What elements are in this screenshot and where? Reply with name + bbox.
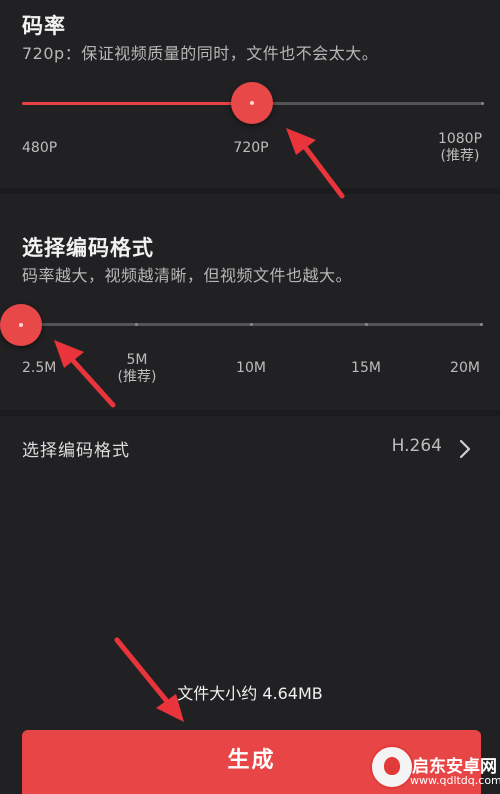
resolution-slider-handle[interactable] (231, 82, 273, 124)
bitrate-label-20m: 20M (450, 360, 480, 376)
bitrate-tick-10m[interactable] (250, 323, 253, 326)
bitrate-label-2-5m: 2.5M (22, 360, 57, 376)
codec-label: 选择编码格式 (22, 441, 130, 461)
resolution-slider-fill (22, 102, 252, 105)
bitrate-label-5m: 5M (126, 352, 148, 368)
resolution-tick-1080p[interactable] (481, 102, 484, 105)
bitrate-label-10m: 10M (236, 360, 266, 376)
codec-value: H.264 (391, 436, 442, 456)
resolution-section: 码率 720p：保证视频质量的同时，文件也不会太大。 480P 720P 108… (0, 0, 500, 188)
chevron-right-icon (459, 439, 471, 459)
bitrate-label-15m: 15M (351, 360, 381, 376)
bitrate-title: 选择编码格式 (22, 236, 154, 260)
resolution-title: 码率 (22, 14, 66, 38)
bitrate-tick-20m[interactable] (480, 323, 483, 326)
watermark-url: www.qdltdq.com (410, 774, 500, 787)
bitrate-tick-5m[interactable] (135, 323, 138, 326)
file-size-text: 文件大小约 4.64MB (177, 684, 323, 703)
codec-row[interactable]: 选择编码格式 H.264 (0, 416, 500, 478)
bitrate-slider-handle[interactable] (0, 304, 42, 346)
resolution-description: 720p：保证视频质量的同时，文件也不会太大。 (22, 44, 379, 63)
bitrate-label-recommended: (推荐) (117, 369, 157, 385)
resolution-label-recommended: (推荐) (440, 148, 480, 164)
resolution-label-720p: 720P (233, 140, 269, 156)
bitrate-tick-15m[interactable] (365, 323, 368, 326)
resolution-label-480p: 480P (22, 140, 58, 156)
bitrate-description: 码率越大，视频越清晰，但视频文件也越大。 (22, 266, 353, 285)
watermark-logo-icon (370, 745, 414, 789)
bitrate-section: 选择编码格式 码率越大，视频越清晰，但视频文件也越大。 2.5M 5M (推荐)… (0, 194, 500, 410)
resolution-label-1080p: 1080P (437, 131, 483, 147)
